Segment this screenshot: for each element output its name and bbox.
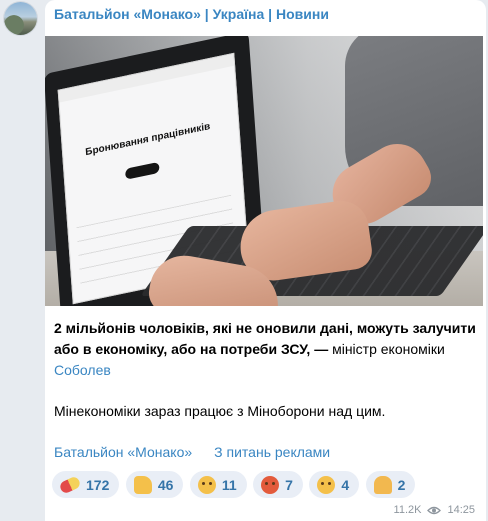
post-time: 14:25 xyxy=(447,504,475,516)
minister-link[interactable]: Соболев xyxy=(54,362,111,378)
woozy-face-icon xyxy=(317,475,336,494)
reaction-count: 172 xyxy=(86,476,110,493)
reaction-count: 2 xyxy=(397,476,406,493)
post-meta: 11.2K 14:25 xyxy=(394,504,475,516)
channel-title[interactable]: Батальйон «Монако» | Україна | Новини xyxy=(54,6,329,22)
angry-face-icon xyxy=(261,475,280,494)
post-paragraph-2: Мінекономіки зараз працює з Міноборони н… xyxy=(54,403,386,419)
reaction-thinking[interactable]: 11 xyxy=(189,471,247,498)
reaction-thumbs-up[interactable]: 46 xyxy=(125,471,184,498)
channel-avatar[interactable] xyxy=(4,2,37,35)
pill-icon xyxy=(58,474,82,495)
praying-hands-icon xyxy=(373,475,392,494)
post-plain-text: міністр економіки xyxy=(328,341,445,357)
reaction-pill[interactable]: 172 xyxy=(52,471,120,498)
view-count: 11.2K xyxy=(393,504,422,516)
reaction-count: 7 xyxy=(285,476,293,493)
eye-icon xyxy=(427,506,442,515)
message-bubble: Батальйон «Монако» | Україна | Новини Бр… xyxy=(45,0,486,521)
thinking-face-icon xyxy=(197,475,216,494)
footer-links: Батальйон «Монако» З питань реклами xyxy=(54,444,330,460)
reaction-pray[interactable]: 2 xyxy=(365,471,416,498)
reaction-angry[interactable]: 7 xyxy=(253,471,303,498)
reaction-woozy[interactable]: 4 xyxy=(309,471,360,498)
reaction-count: 11 xyxy=(221,476,237,493)
reactions-bar: 172 46 11 7 4 2 xyxy=(52,471,417,499)
thumbs-up-icon xyxy=(133,475,152,494)
reaction-count: 4 xyxy=(341,476,350,493)
reaction-count: 46 xyxy=(157,476,174,493)
post-photo[interactable]: Бронювання працівників xyxy=(45,36,483,306)
post-paragraph-1: 2 мільйонів чоловіків, які не оновили да… xyxy=(54,318,479,381)
screen-heading: Бронювання працівників xyxy=(84,121,211,159)
channel-link[interactable]: Батальйон «Монако» xyxy=(54,444,192,460)
advertising-link[interactable]: З питань реклами xyxy=(214,444,330,460)
